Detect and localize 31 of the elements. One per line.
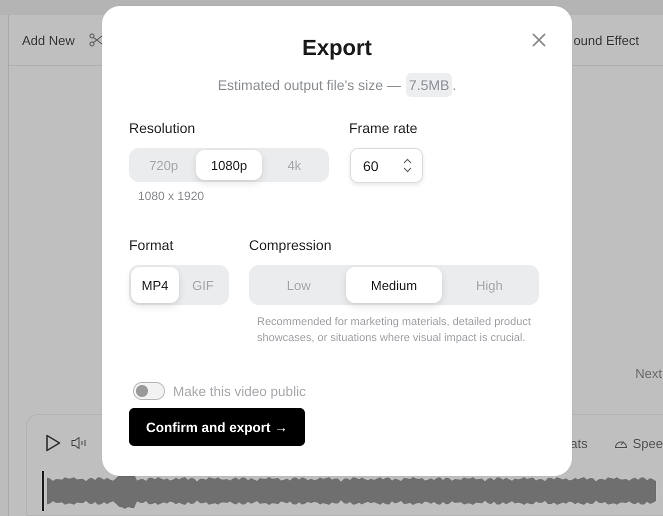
resolution-option[interactable]: 4k — [262, 150, 327, 180]
volume-icon[interactable] — [71, 436, 88, 450]
compression-option[interactable]: Medium — [346, 267, 442, 303]
resolution-caption: 1080 x 1920 — [138, 189, 206, 203]
dialog-title: Export — [302, 34, 372, 62]
format-option[interactable]: GIF — [179, 267, 227, 303]
add-new-menu[interactable]: Add New — [22, 32, 75, 48]
frame-rate-field[interactable]: 60 — [350, 148, 423, 183]
format-option[interactable]: MP4 — [131, 267, 179, 303]
public-toggle[interactable] — [133, 382, 165, 400]
file-size-chip: 7.5MB — [406, 73, 452, 97]
compression-description: Recommended for marketing materials, detailed product showcases, or situations where visual impact is crucial. — [257, 315, 532, 346]
compression-label: Compression — [249, 236, 332, 254]
stepper-icon[interactable] — [403, 158, 412, 173]
scissors-icon[interactable] — [88, 33, 103, 47]
size-estimate-text: Estimated output file's size — — [218, 77, 401, 93]
resolution-label: Resolution — [129, 119, 196, 137]
confirm-export-button[interactable]: Confirm and export → — [129, 408, 305, 446]
compression-option[interactable]: High — [442, 267, 537, 303]
next-button[interactable]: Next — [635, 366, 662, 381]
frame-rate-label: Frame rate — [349, 119, 418, 137]
close-icon[interactable] — [532, 33, 546, 47]
play-icon[interactable] — [45, 434, 61, 452]
resolution-option[interactable]: 1080p — [196, 150, 262, 180]
compression-option[interactable]: Low — [251, 267, 346, 303]
period-text: . — [452, 77, 456, 93]
sound-effect-menu[interactable]: ound Effect — [573, 32, 639, 48]
format-label: Format — [129, 236, 174, 254]
resolution-option[interactable]: 720p — [131, 150, 196, 180]
speed-button[interactable]: Spee — [632, 436, 663, 450]
public-toggle-label: Make this video public — [173, 384, 306, 398]
